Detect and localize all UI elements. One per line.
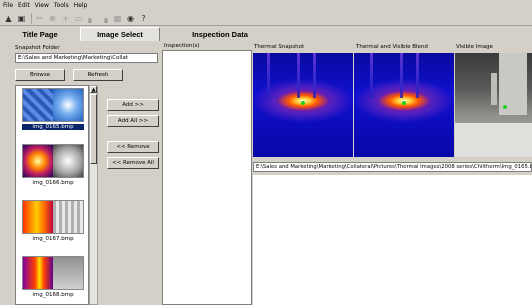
menu-view[interactable]: View: [35, 2, 49, 9]
tab-image-select[interactable]: Image Select: [80, 27, 160, 41]
scrollbar-thumb[interactable]: [90, 94, 97, 164]
snapshot-folder-field[interactable]: E:\Sales and Marketing\Marketing\Collat: [15, 53, 158, 63]
menu-tools[interactable]: Tools: [54, 2, 69, 9]
camera-icon[interactable]: ◉: [125, 13, 136, 24]
thumbnail-caption: img_0167.bmp: [32, 236, 74, 242]
thumbnail-scrollbar[interactable]: ▲: [89, 85, 98, 305]
open-icon[interactable]: ▲: [3, 13, 14, 24]
thumbnail-item[interactable]: img_0167.bmp: [22, 200, 84, 242]
add-button[interactable]: Add >>: [107, 99, 159, 111]
thumbnail-caption: img_0168.bmp: [32, 292, 74, 298]
browse-button[interactable]: Browse: [15, 69, 65, 81]
thumbnail-caption: img_0165.bmp: [22, 124, 84, 130]
hotspot-marker-icon: [402, 100, 406, 105]
remove-button[interactable]: << Remove: [107, 141, 159, 153]
thumbnail-caption: img_0166.bmp: [32, 180, 74, 186]
thermal-visible-blend-view[interactable]: [354, 53, 454, 157]
snapshot-panel: Snapshot Folder E:\Sales and Marketing\M…: [0, 41, 160, 305]
remove-all-button[interactable]: << Remove All: [107, 157, 159, 169]
histogram-icon[interactable]: ▗: [99, 13, 110, 24]
visible-image-view[interactable]: [455, 53, 532, 157]
histogram-icon[interactable]: ▖: [86, 13, 97, 24]
inspections-list[interactable]: [162, 50, 252, 305]
toolbar-separator: [31, 12, 32, 24]
thermal-visible-blend-label: Thermal and Visible Blend: [356, 44, 428, 50]
tab-bar: Title Page Image Select Inspection Data: [0, 27, 532, 41]
tab-title-page[interactable]: Title Page: [0, 27, 80, 41]
refresh-button[interactable]: Refresh: [73, 69, 123, 81]
thumbnail-item[interactable]: img_0168.bmp: [22, 256, 84, 298]
save-icon[interactable]: ▣: [16, 13, 27, 24]
thumbnail-image: [22, 144, 84, 178]
thermal-snapshot-view[interactable]: [253, 53, 353, 157]
thumbnail-image: [22, 256, 84, 290]
cut-icon[interactable]: ✂: [34, 13, 45, 24]
palette-icon[interactable]: ▩: [112, 13, 123, 24]
snapshot-folder-label: Snapshot Folder: [15, 45, 60, 51]
visible-image-label: Visible Image: [456, 44, 493, 50]
preview-area: [253, 175, 532, 305]
plus-icon[interactable]: +: [60, 13, 71, 24]
image-path-field[interactable]: E:\Sales and Marketing\Marketing\Collate…: [253, 162, 532, 172]
help-icon[interactable]: ?: [138, 13, 149, 24]
thumbnail-image: [22, 200, 84, 234]
thumbnail-list[interactable]: img_0165.bmp img_0166.bmp img_0167.bmp i…: [15, 85, 89, 305]
rect-icon[interactable]: ▭: [73, 13, 84, 24]
inspections-label: Inspection(s): [164, 43, 200, 49]
hotspot-marker-icon: [301, 100, 305, 105]
thumbnail-item[interactable]: img_0166.bmp: [22, 144, 84, 186]
menu-edit[interactable]: Edit: [18, 2, 30, 9]
tab-inspection-data[interactable]: Inspection Data: [160, 27, 280, 41]
hotspot-marker-icon: [503, 105, 507, 109]
thumbnail-item[interactable]: img_0165.bmp: [22, 88, 84, 130]
scroll-up-icon[interactable]: ▲: [90, 86, 97, 93]
toolbar: ▲ ▣ ✂ ⊕ + ▭ ▖ ▗ ▩ ◉ ?: [0, 11, 532, 26]
menu-bar: File Edit View Tools Help: [0, 0, 532, 11]
thermal-snapshot-label: Thermal Snapshot: [254, 44, 305, 50]
menu-help[interactable]: Help: [74, 2, 88, 9]
thumbnail-image: [22, 88, 84, 122]
crosshair-icon[interactable]: ⊕: [47, 13, 58, 24]
menu-file[interactable]: File: [3, 2, 13, 9]
add-all-button[interactable]: Add All >>: [107, 115, 159, 127]
